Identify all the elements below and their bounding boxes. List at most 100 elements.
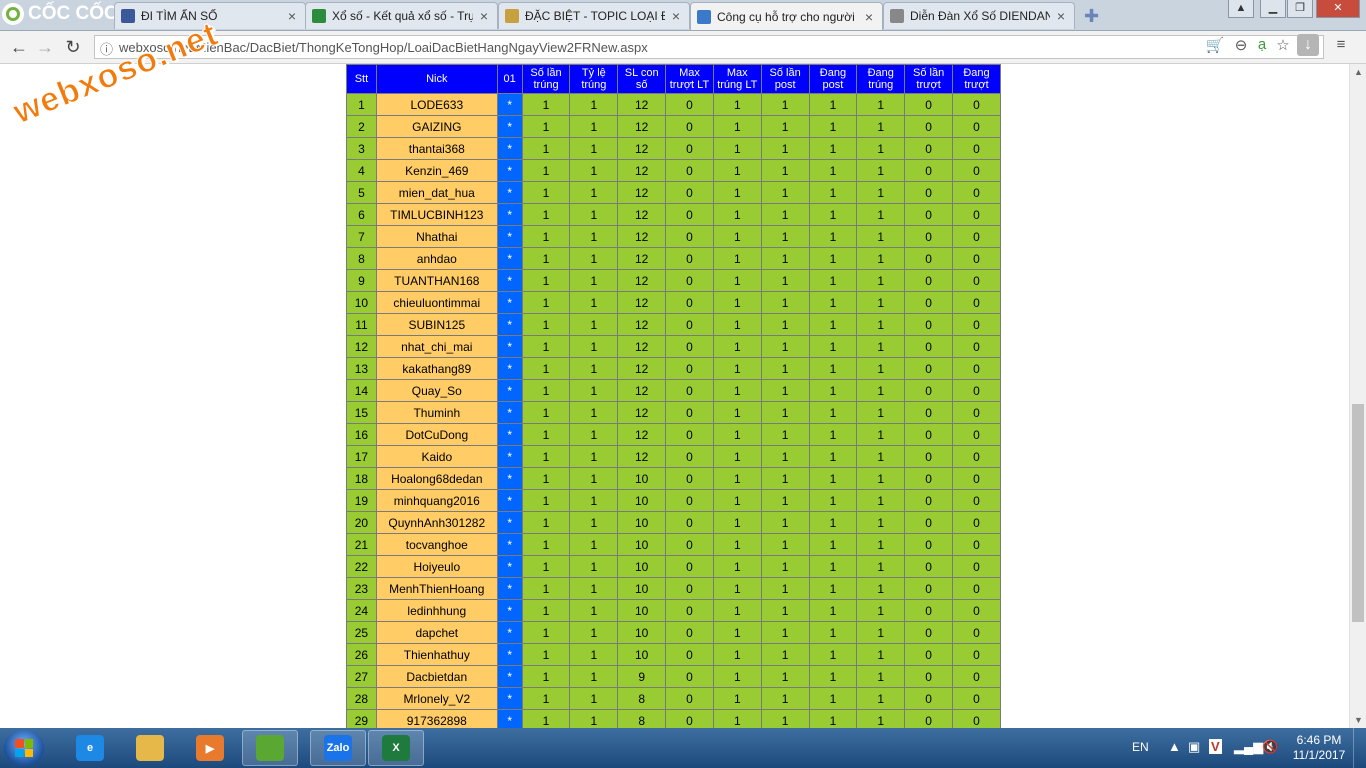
nick-cell[interactable]: minhquang2016 bbox=[375, 489, 498, 512]
nick-cell[interactable]: QuynhAnh301282 bbox=[375, 511, 498, 534]
nick-cell[interactable]: TUANTHAN168 bbox=[375, 269, 498, 292]
spell-icon[interactable]: ạ bbox=[1252, 36, 1272, 53]
nick-cell[interactable]: mien_dat_hua bbox=[375, 181, 498, 204]
nick-cell[interactable]: kakathang89 bbox=[375, 357, 498, 380]
download-icon[interactable]: ↓ bbox=[1297, 34, 1319, 56]
back-button[interactable]: ← bbox=[8, 36, 30, 58]
close-window-button[interactable]: ✕ bbox=[1316, 0, 1360, 18]
scroll-down-arrow-icon[interactable]: ▼ bbox=[1350, 712, 1366, 728]
network-signal-icon[interactable]: ▂▄▆ bbox=[1234, 739, 1263, 755]
nick-cell[interactable]: tocvanghoe bbox=[375, 533, 498, 556]
column-header[interactable]: Đang trúng bbox=[856, 64, 906, 94]
table-cell: 0 bbox=[665, 423, 714, 446]
nick-cell[interactable]: dapchet bbox=[375, 621, 498, 644]
tab-close-icon[interactable]: × bbox=[1054, 8, 1068, 24]
taskbar-internet-explorer[interactable]: e bbox=[62, 730, 118, 766]
volume-muted-icon[interactable]: 🔇 bbox=[1262, 739, 1278, 755]
nick-cell[interactable]: chieuluontimmai bbox=[375, 291, 498, 314]
nick-cell[interactable]: Thuminh bbox=[375, 401, 498, 424]
column-header[interactable]: Số lần trúng bbox=[521, 64, 571, 94]
nick-cell[interactable]: TIMLUCBINH123 bbox=[375, 203, 498, 226]
zoom-icon[interactable]: ⊖ bbox=[1231, 36, 1251, 54]
column-header[interactable]: Số lần post bbox=[760, 64, 810, 94]
nick-cell[interactable]: Kenzin_469 bbox=[375, 159, 498, 182]
table-cell: 1 bbox=[346, 93, 377, 116]
taskbar-coccoc-browser[interactable] bbox=[242, 730, 298, 766]
nick-cell[interactable]: anhdao bbox=[375, 247, 498, 270]
table-cell: 1 bbox=[856, 423, 906, 446]
taskbar-file-explorer[interactable] bbox=[122, 730, 178, 766]
table-cell: 28 bbox=[346, 687, 377, 710]
clock[interactable]: 6:46 PM 11/1/2017 bbox=[1284, 733, 1354, 763]
nick-cell[interactable]: Nhathai bbox=[375, 225, 498, 248]
tab-close-icon[interactable]: × bbox=[477, 8, 491, 24]
minimize-button[interactable]: ▁ bbox=[1260, 0, 1286, 18]
tab-close-icon[interactable]: × bbox=[862, 9, 876, 25]
start-button[interactable] bbox=[4, 730, 44, 766]
nick-cell[interactable]: Dacbietdan bbox=[375, 665, 498, 688]
nick-cell[interactable]: MenhThienHoang bbox=[375, 577, 498, 600]
nick-cell[interactable]: Hoalong68dedan bbox=[375, 467, 498, 490]
column-header[interactable]: Nick bbox=[375, 64, 498, 94]
reload-button[interactable]: ↻ bbox=[62, 36, 84, 58]
language-indicator[interactable]: EN bbox=[1132, 740, 1149, 754]
nick-cell[interactable]: Mrlonely_V2 bbox=[375, 687, 498, 710]
nick-cell[interactable]: SUBIN125 bbox=[375, 313, 498, 336]
new-tab-button[interactable]: ✚ bbox=[1084, 6, 1099, 27]
column-header[interactable]: Stt bbox=[346, 64, 377, 94]
browser-tab[interactable]: ĐẶC BIỆT - TOPIC LOẠI ĐẶ × bbox=[498, 2, 690, 29]
table-cell: 1 bbox=[569, 115, 619, 138]
nick-cell[interactable]: thantai368 bbox=[375, 137, 498, 160]
taskbar-excel[interactable]: X bbox=[368, 730, 424, 766]
nick-cell[interactable]: 917362898 bbox=[375, 709, 498, 728]
bookmark-star-icon[interactable]: ☆ bbox=[1273, 36, 1293, 54]
table-cell: 0 bbox=[952, 93, 1001, 116]
table-cell: 1 bbox=[760, 203, 810, 226]
nick-cell[interactable]: GAIZING bbox=[375, 115, 498, 138]
vertical-scrollbar[interactable]: ▲ ▼ bbox=[1349, 64, 1366, 728]
nick-cell[interactable]: Kaido bbox=[375, 445, 498, 468]
nick-cell[interactable]: ledinhhung bbox=[375, 599, 498, 622]
tab-close-icon[interactable]: × bbox=[669, 8, 683, 24]
nick-cell[interactable]: Hoiyeulo bbox=[375, 555, 498, 578]
column-header[interactable]: Max trúng LT bbox=[712, 64, 762, 94]
address-bar[interactable]: ⓘ webxoso.net/MienBac/DacBiet/ThongKeTon… bbox=[94, 35, 1324, 59]
table-cell: 0 bbox=[904, 203, 954, 226]
menu-icon[interactable]: ≡ bbox=[1331, 36, 1351, 53]
column-header[interactable]: SL con số bbox=[617, 64, 667, 94]
browser-tab[interactable]: Diễn Đàn Xổ Số DIENDAN × bbox=[883, 2, 1075, 29]
nick-cell[interactable]: Thienhathuy bbox=[375, 643, 498, 666]
coccoc-logo[interactable]: CỐC CỐC bbox=[2, 2, 118, 26]
table-cell: 1 bbox=[856, 93, 906, 116]
nick-cell[interactable]: LODE633 bbox=[375, 93, 498, 116]
table-cell: 0 bbox=[665, 313, 714, 336]
browser-tab[interactable]: Xổ số - Kết quả xổ số - Trự × bbox=[305, 2, 498, 29]
table-cell: 10 bbox=[617, 511, 667, 534]
nick-cell[interactable]: Quay_So bbox=[375, 379, 498, 402]
column-header[interactable]: Đang post bbox=[808, 64, 858, 94]
taskbar-media-player[interactable]: ▶ bbox=[182, 730, 238, 766]
scroll-up-arrow-icon[interactable]: ▲ bbox=[1350, 64, 1366, 80]
show-desktop-button[interactable] bbox=[1353, 728, 1366, 768]
show-hidden-icons-icon[interactable]: ▲ bbox=[1168, 739, 1181, 754]
user-icon[interactable]: ▲ bbox=[1228, 0, 1254, 18]
column-header[interactable]: Max trượt LT bbox=[665, 64, 714, 94]
shopping-cart-icon[interactable]: 🛒 bbox=[1205, 36, 1225, 54]
device-icon[interactable]: ▣ bbox=[1188, 739, 1200, 755]
column-header[interactable]: 01 bbox=[496, 64, 523, 94]
nick-cell[interactable]: nhat_chi_mai bbox=[375, 335, 498, 358]
tab-close-icon[interactable]: × bbox=[285, 8, 299, 24]
column-header[interactable]: Tỷ lệ trúng bbox=[569, 64, 619, 94]
taskbar-zalo[interactable]: Zalo bbox=[310, 730, 366, 766]
table-cell: 1 bbox=[712, 181, 762, 204]
scrollbar-thumb[interactable] bbox=[1352, 404, 1364, 622]
column-header[interactable]: Số lần trượt bbox=[904, 64, 954, 94]
antivirus-icon[interactable]: V bbox=[1209, 739, 1222, 754]
table-cell: 1 bbox=[521, 357, 571, 380]
maximize-button[interactable]: ❐ bbox=[1287, 0, 1313, 18]
browser-tab[interactable]: Công cụ hỗ trợ cho người × bbox=[690, 2, 883, 30]
column-header[interactable]: Đang trượt bbox=[952, 64, 1001, 94]
forward-button[interactable]: → bbox=[34, 36, 56, 58]
table-cell: 1 bbox=[569, 137, 619, 160]
nick-cell[interactable]: DotCuDong bbox=[375, 423, 498, 446]
